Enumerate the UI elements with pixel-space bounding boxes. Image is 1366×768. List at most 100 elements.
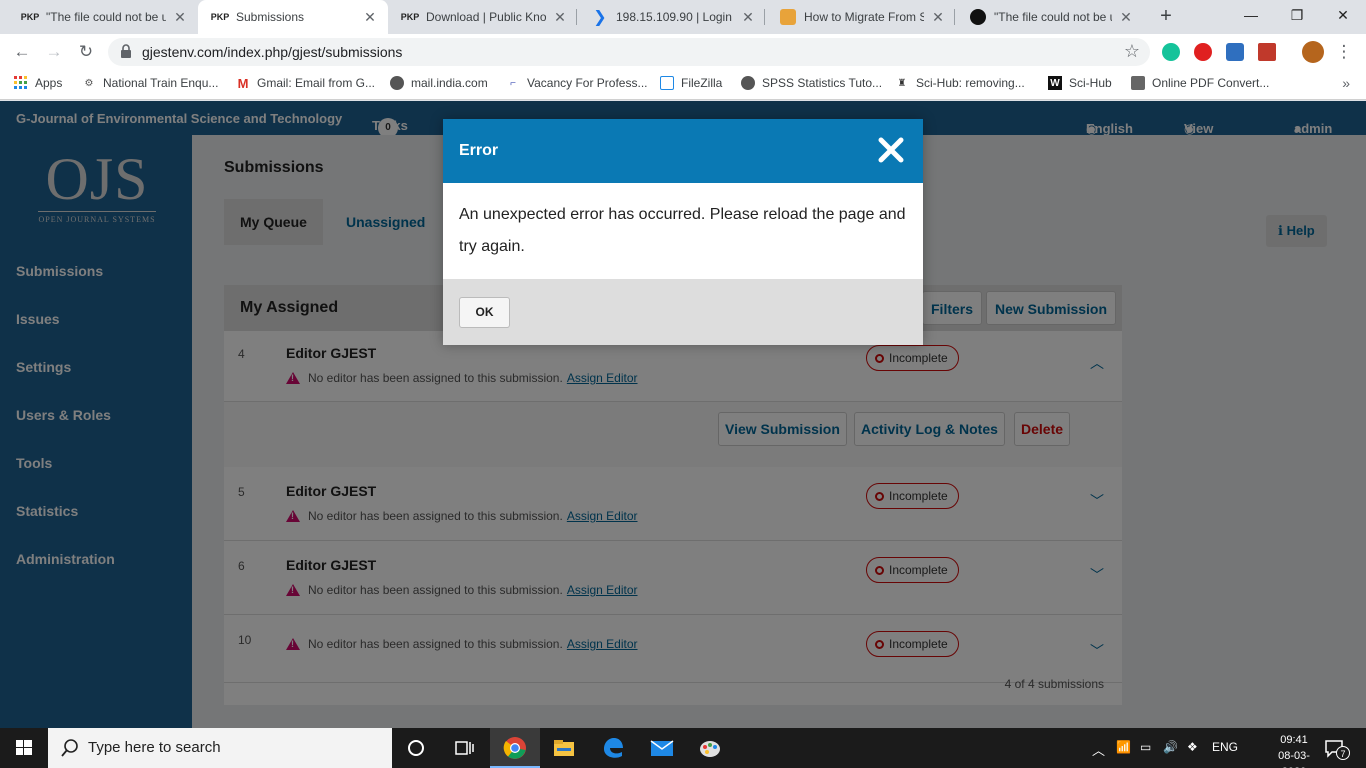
lock-icon: [121, 44, 131, 58]
bookmark-mail-india[interactable]: mail.india.com: [390, 76, 488, 90]
blue-extension-icon[interactable]: [1226, 43, 1244, 61]
pdf-icon: [1131, 76, 1145, 90]
tab-close-icon[interactable]: ✕: [930, 9, 946, 26]
windows-taskbar: Type here to search ︿ 📶 ▭ 🔊 ❖ ENG 09:41 …: [0, 728, 1366, 768]
page-viewport: G-Journal of Environmental Science and T…: [0, 101, 1366, 728]
bookmark-filezilla[interactable]: FileZilla: [660, 76, 722, 90]
bookmark-label: Sci-Hub: [1069, 76, 1112, 90]
dialog-header: Error: [443, 119, 923, 183]
tab-title: "The file could not be u: [994, 10, 1112, 24]
bookmarks-more-icon[interactable]: »: [1342, 75, 1350, 91]
bookmark-scihub-removing[interactable]: ♜ Sci-Hub: removing...: [895, 76, 1025, 90]
dialog-footer: OK: [443, 279, 923, 345]
tab-title: 198.15.109.90 | Login: [616, 10, 732, 24]
window-close-icon[interactable]: ✕: [1320, 0, 1366, 30]
globe-icon: [390, 76, 404, 90]
bookmark-label: National Train Enqu...: [103, 76, 219, 90]
w-icon: W: [1048, 76, 1062, 90]
tab-title: How to Migrate From S: [804, 10, 924, 24]
bookmark-pdf[interactable]: Online PDF Convert...: [1131, 76, 1269, 90]
book-extension-icon[interactable]: [1258, 43, 1276, 61]
tab-close-icon[interactable]: ✕: [740, 9, 756, 26]
address-bar[interactable]: gjestenv.com/index.php/gjest/submissions…: [108, 38, 1150, 66]
clock-time: 09:41: [1280, 734, 1308, 746]
tab-separator: [954, 9, 955, 25]
pkp-favicon-icon: PKP: [210, 12, 230, 22]
language-indicator[interactable]: ENG: [1212, 740, 1238, 754]
volume-icon[interactable]: 🔊: [1163, 740, 1178, 754]
tab-title: Download | Public Know: [426, 10, 546, 24]
browser-tab-4[interactable]: ❯ 198.15.109.90 | Login ✕: [578, 0, 766, 34]
task-view-icon[interactable]: [452, 736, 476, 760]
forward-arrow-icon[interactable]: →: [42, 41, 66, 65]
scihub-icon: ♜: [897, 77, 907, 89]
bookmark-label: Online PDF Convert...: [1152, 76, 1270, 90]
bookmark-train[interactable]: ⚙ National Train Enqu...: [82, 76, 219, 90]
bookmark-label: Apps: [35, 76, 63, 90]
minimize-icon[interactable]: —: [1228, 0, 1274, 30]
chevron-up-icon[interactable]: ︿: [1092, 740, 1105, 759]
system-clock[interactable]: 09:41 08-03-2020: [1268, 732, 1320, 768]
chevron-favicon-icon: ❯: [593, 9, 607, 26]
profile-avatar[interactable]: [1302, 41, 1324, 63]
bookmark-spss[interactable]: SPSS Statistics Tuto...: [741, 76, 882, 90]
bookmark-scihub[interactable]: W Sci-Hub: [1048, 76, 1112, 90]
tab-close-icon[interactable]: ✕: [552, 9, 568, 26]
tab-close-icon[interactable]: ✕: [172, 9, 188, 26]
taskbar-search-box[interactable]: Type here to search: [48, 728, 392, 768]
bookmark-gmail[interactable]: M Gmail: Email from G...: [236, 75, 376, 91]
ok-button[interactable]: OK: [459, 297, 510, 328]
bookmark-label: Gmail: Email from G...: [257, 76, 376, 90]
tab-close-icon[interactable]: ✕: [1118, 9, 1134, 26]
chrome-icon[interactable]: [503, 736, 527, 760]
windows-start-icon[interactable]: [0, 728, 48, 768]
tab-close-icon[interactable]: ✕: [362, 9, 378, 26]
gmail-icon: M: [237, 75, 249, 91]
search-icon: [61, 739, 78, 757]
vacancy-icon: ⌐: [510, 77, 516, 89]
globe-icon: [741, 76, 755, 90]
url-text: gjestenv.com/index.php/gjest/submissions: [142, 44, 403, 60]
battery-icon[interactable]: ▭: [1140, 740, 1151, 754]
github-favicon-icon: [970, 9, 986, 25]
pkp-favicon-icon: PKP: [20, 12, 40, 22]
close-icon[interactable]: [877, 135, 905, 165]
dialog-message: An unexpected error has occurred. Please…: [459, 206, 906, 255]
browser-tab-2[interactable]: PKP Submissions ✕: [198, 0, 388, 34]
dialog-title: Error: [459, 142, 499, 159]
notification-count: 7: [1336, 746, 1350, 760]
grammarly-extension-icon[interactable]: [1162, 43, 1180, 61]
browser-tab-1[interactable]: PKP "The file could not be u ✕: [8, 0, 198, 34]
notifications-button[interactable]: 7: [1324, 736, 1350, 760]
mail-icon[interactable]: [650, 736, 674, 760]
browser-tab-5[interactable]: How to Migrate From S ✕: [766, 0, 956, 34]
back-arrow-icon[interactable]: ←: [10, 41, 34, 65]
edge-icon[interactable]: [601, 736, 625, 760]
new-tab-button[interactable]: +: [1154, 5, 1178, 29]
tab-separator: [764, 9, 765, 25]
bookmark-vacancy[interactable]: ⌐ Vacancy For Profess...: [506, 76, 647, 90]
error-dialog: Error An unexpected error has occurred. …: [443, 119, 923, 345]
file-explorer-icon[interactable]: [552, 736, 576, 760]
bookmark-label: SPSS Statistics Tuto...: [762, 76, 883, 90]
dropbox-icon[interactable]: ❖: [1187, 740, 1198, 754]
menu-kebab-icon[interactable]: ⋮: [1332, 41, 1356, 65]
tab-title: Submissions: [236, 10, 305, 24]
bookmark-apps[interactable]: Apps: [14, 76, 62, 90]
browser-tab-6[interactable]: "The file could not be u ✕: [956, 0, 1144, 34]
cortana-icon[interactable]: [404, 736, 428, 760]
bookmarks-bar: Apps ⚙ National Train Enqu... M Gmail: E…: [0, 70, 1366, 100]
paint-icon[interactable]: [698, 736, 722, 760]
search-placeholder: Type here to search: [88, 739, 221, 756]
bookmark-label: FileZilla: [681, 76, 723, 90]
wifi-icon[interactable]: 📶: [1116, 740, 1131, 754]
reload-icon[interactable]: ↻: [74, 41, 98, 65]
bookmark-star-icon[interactable]: ☆: [1124, 41, 1140, 62]
restore-icon[interactable]: ❐: [1274, 0, 1320, 30]
apps-grid-icon: [14, 76, 28, 90]
browser-tab-3[interactable]: PKP Download | Public Know ✕: [388, 0, 578, 34]
bookmark-label: mail.india.com: [411, 76, 488, 90]
browser-toolbar: ← → ↻ gjestenv.com/index.php/gjest/submi…: [0, 34, 1366, 70]
red-extension-icon[interactable]: [1194, 43, 1212, 61]
clock-date: 08-03-2020: [1278, 750, 1310, 768]
